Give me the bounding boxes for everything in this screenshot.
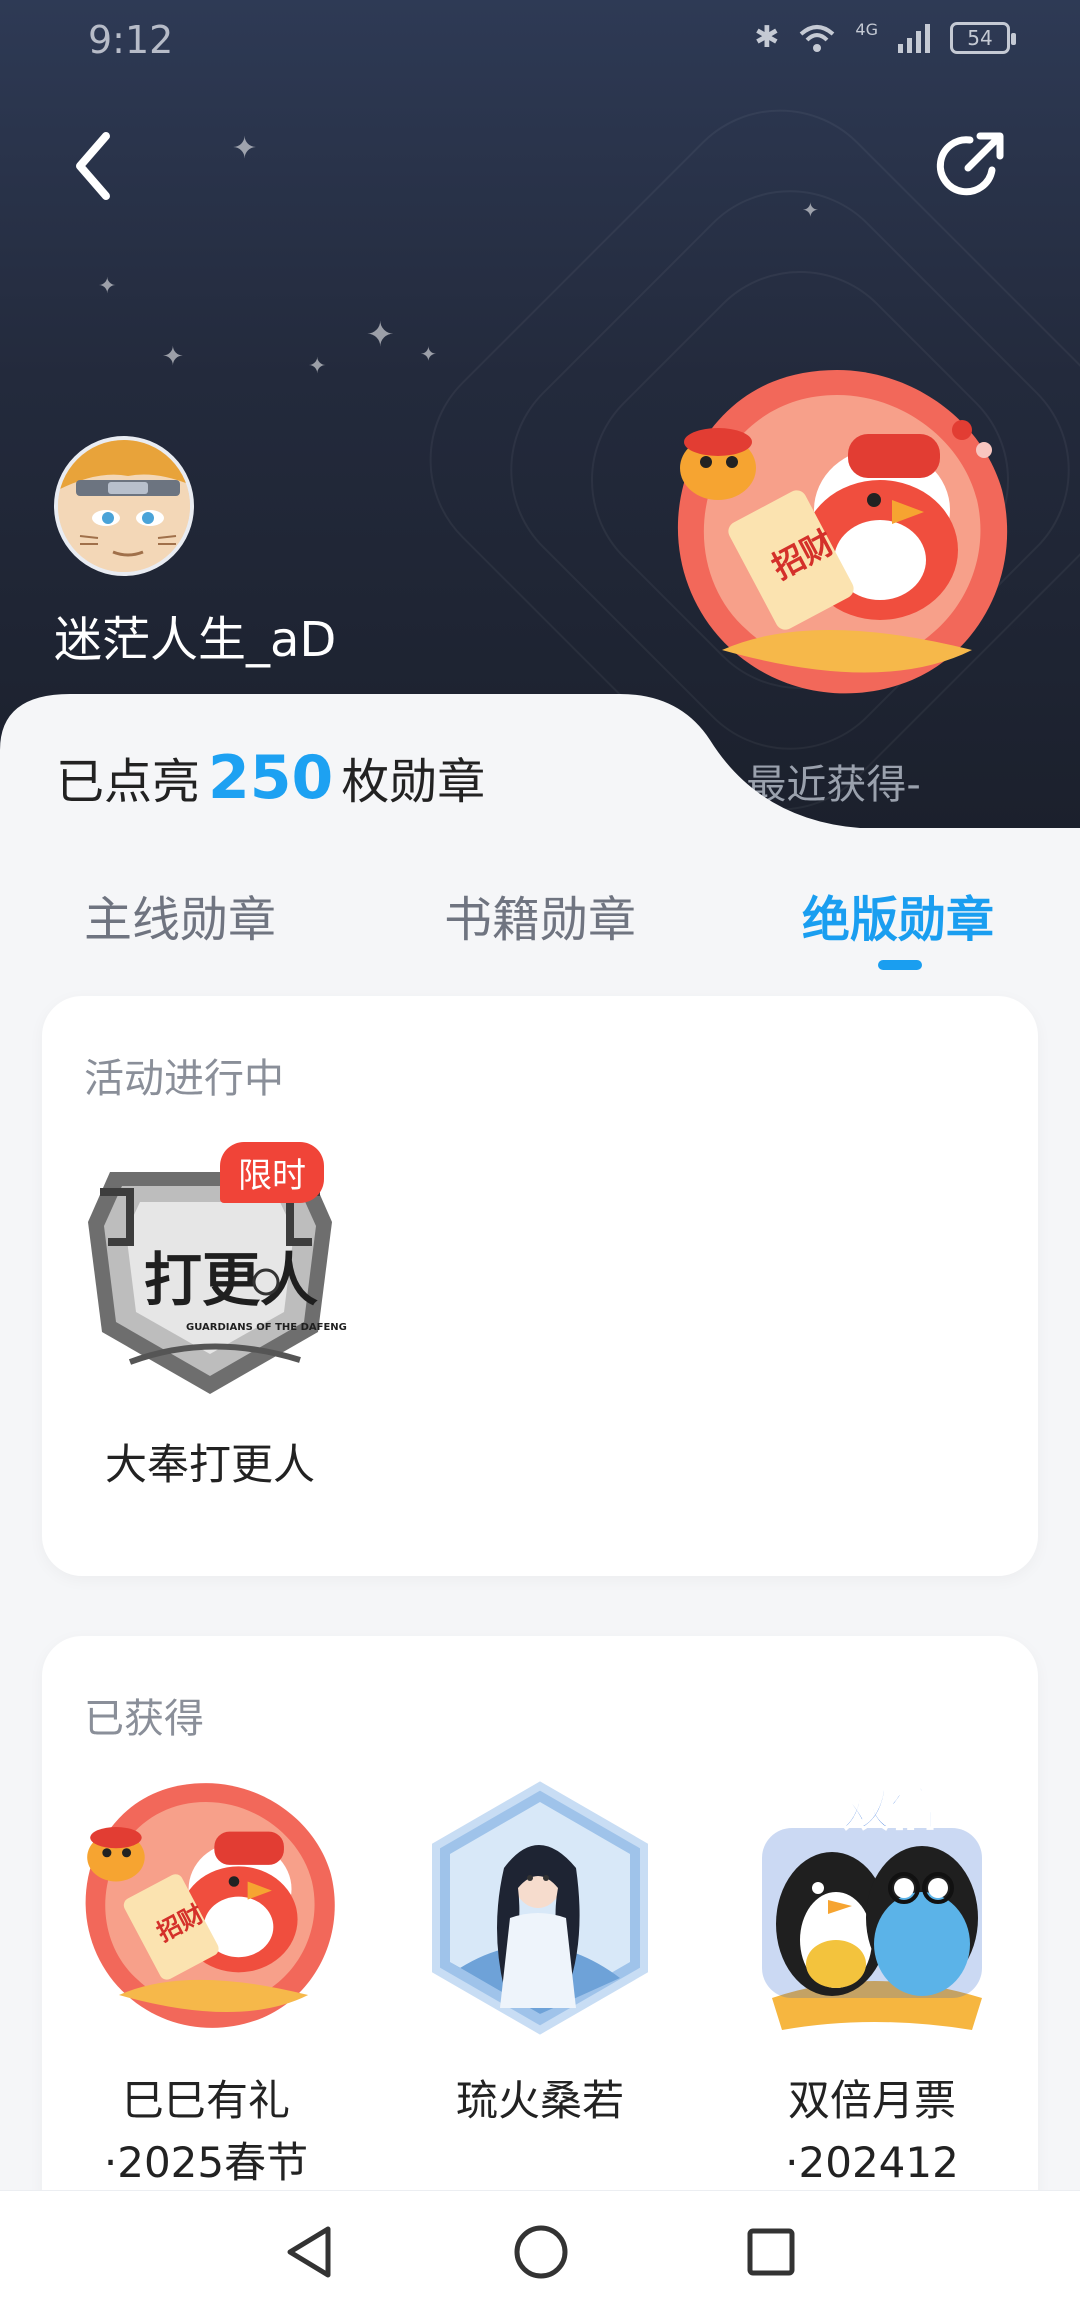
badge-count: 已点亮 250 枚勋章 xyxy=(56,742,485,813)
sparkle-icon: ✦ xyxy=(162,342,184,372)
tab-main-badges[interactable]: 主线勋章 xyxy=(84,880,276,950)
badge-name-line2: ·2025春节 xyxy=(103,2138,309,2187)
sparkle-icon: ✦ xyxy=(98,274,117,299)
badge-count-suffix: 枚勋章 xyxy=(341,754,486,810)
snake-penguin-badge-image: 招财 xyxy=(66,1768,346,2048)
badge-item[interactable]: 打更人 GUARDIANS OF THE DAFENG 限时 大奉打更人 xyxy=(70,1132,350,1496)
avatar[interactable] xyxy=(54,436,194,576)
back-button[interactable] xyxy=(66,128,126,204)
dafeng-seal-subtitle: GUARDIANS OF THE DAFENG xyxy=(186,1322,347,1333)
status-time: 9:12 xyxy=(88,18,174,62)
liuhuo-hexagon-icon xyxy=(432,1781,648,2035)
badge-name: 巳巳有礼 ·2025春节 xyxy=(66,2070,346,2194)
nav-back-button[interactable] xyxy=(278,2221,340,2283)
circle-home-icon xyxy=(514,2225,568,2279)
double-penguin-icon: 双倍 xyxy=(762,1779,982,2030)
system-nav-bar xyxy=(0,2190,1080,2312)
sparkle-icon: ✦ xyxy=(232,131,258,166)
sparkle-icon: ✦ xyxy=(802,198,819,222)
ongoing-card: 活动进行中 打更人 GUARDIANS OF THE DAFENG 限时 大奉打… xyxy=(42,996,1038,1576)
square-recents-icon xyxy=(747,2228,795,2276)
sparkle-icon: ✦ xyxy=(420,342,437,366)
sparkle-icon: ✦ xyxy=(308,354,327,379)
liuhuo-badge-image xyxy=(400,1768,680,2048)
badge-item[interactable]: 双倍 双倍月票 ·202412 xyxy=(732,1768,1012,2194)
badge-name: 双倍月票 ·202412 xyxy=(732,2070,1012,2194)
badge-count-number: 250 xyxy=(208,743,334,813)
limited-time-tag: 限时 xyxy=(220,1142,324,1203)
username: 迷茫人生_aD xyxy=(54,612,337,668)
share-button[interactable] xyxy=(930,126,1010,206)
wifi-icon xyxy=(800,24,835,52)
snake-penguin-badge-image: 招财 xyxy=(677,370,1008,694)
badge-name: 大奉打更人 xyxy=(104,1440,315,1489)
badge-name-line1: 琉火桑若 xyxy=(455,2076,624,2125)
double-ticket-badge-image: 双倍 xyxy=(732,1768,1012,2048)
tab-limited-badges[interactable]: 绝版勋章 xyxy=(802,880,994,950)
chevron-left-icon xyxy=(76,132,110,200)
recent-badge[interactable]: 招财 xyxy=(652,350,1022,720)
tab-book-badges[interactable]: 书籍勋章 xyxy=(444,880,636,950)
badge-name: 琉火桑若 xyxy=(400,2070,680,2132)
double-seal-text: 双倍 xyxy=(842,1780,938,1836)
bluetooth-icon: ✱ xyxy=(754,20,780,55)
badge-item[interactable]: 琉火桑若 xyxy=(400,1768,680,2132)
status-bar: 9:12 ✱ 4G 54 xyxy=(0,0,1080,86)
obtained-card: 已获得 招财 巳巳有礼 ·2025春节 琉火桑若 双倍 双倍月票 ·202412 xyxy=(42,1636,1038,2256)
nav-home-button[interactable] xyxy=(510,2221,572,2283)
dafeng-seal-text: 打更人 xyxy=(144,1246,318,1314)
tab-active-indicator xyxy=(878,960,922,970)
badge-name-line2: ·202412 xyxy=(785,2138,959,2187)
badge-name-line1: 巳巳有礼 xyxy=(121,2076,290,2125)
triangle-back-icon xyxy=(287,2226,331,2278)
sparkle-icon: ✦ xyxy=(366,315,395,355)
network-type: 4G xyxy=(855,20,878,39)
badge-count-prefix: 已点亮 xyxy=(56,754,201,810)
battery-icon: 54 xyxy=(950,21,1016,54)
nav-recents-button[interactable] xyxy=(740,2221,802,2283)
snake-penguin-icon: 招财 xyxy=(85,1783,335,2028)
status-icons: ✱ 4G 54 xyxy=(754,20,1016,55)
dafeng-badge-image: 打更人 GUARDIANS OF THE DAFENG 限时 xyxy=(70,1132,350,1412)
signal-icon xyxy=(898,23,930,53)
obtained-title: 已获得 xyxy=(84,1696,204,1742)
badge-item[interactable]: 招财 巳巳有礼 ·2025春节 xyxy=(66,1768,346,2194)
badge-name-line1: 双倍月票 xyxy=(787,2076,956,2125)
share-icon xyxy=(936,132,1004,196)
ongoing-title: 活动进行中 xyxy=(84,1056,284,1102)
